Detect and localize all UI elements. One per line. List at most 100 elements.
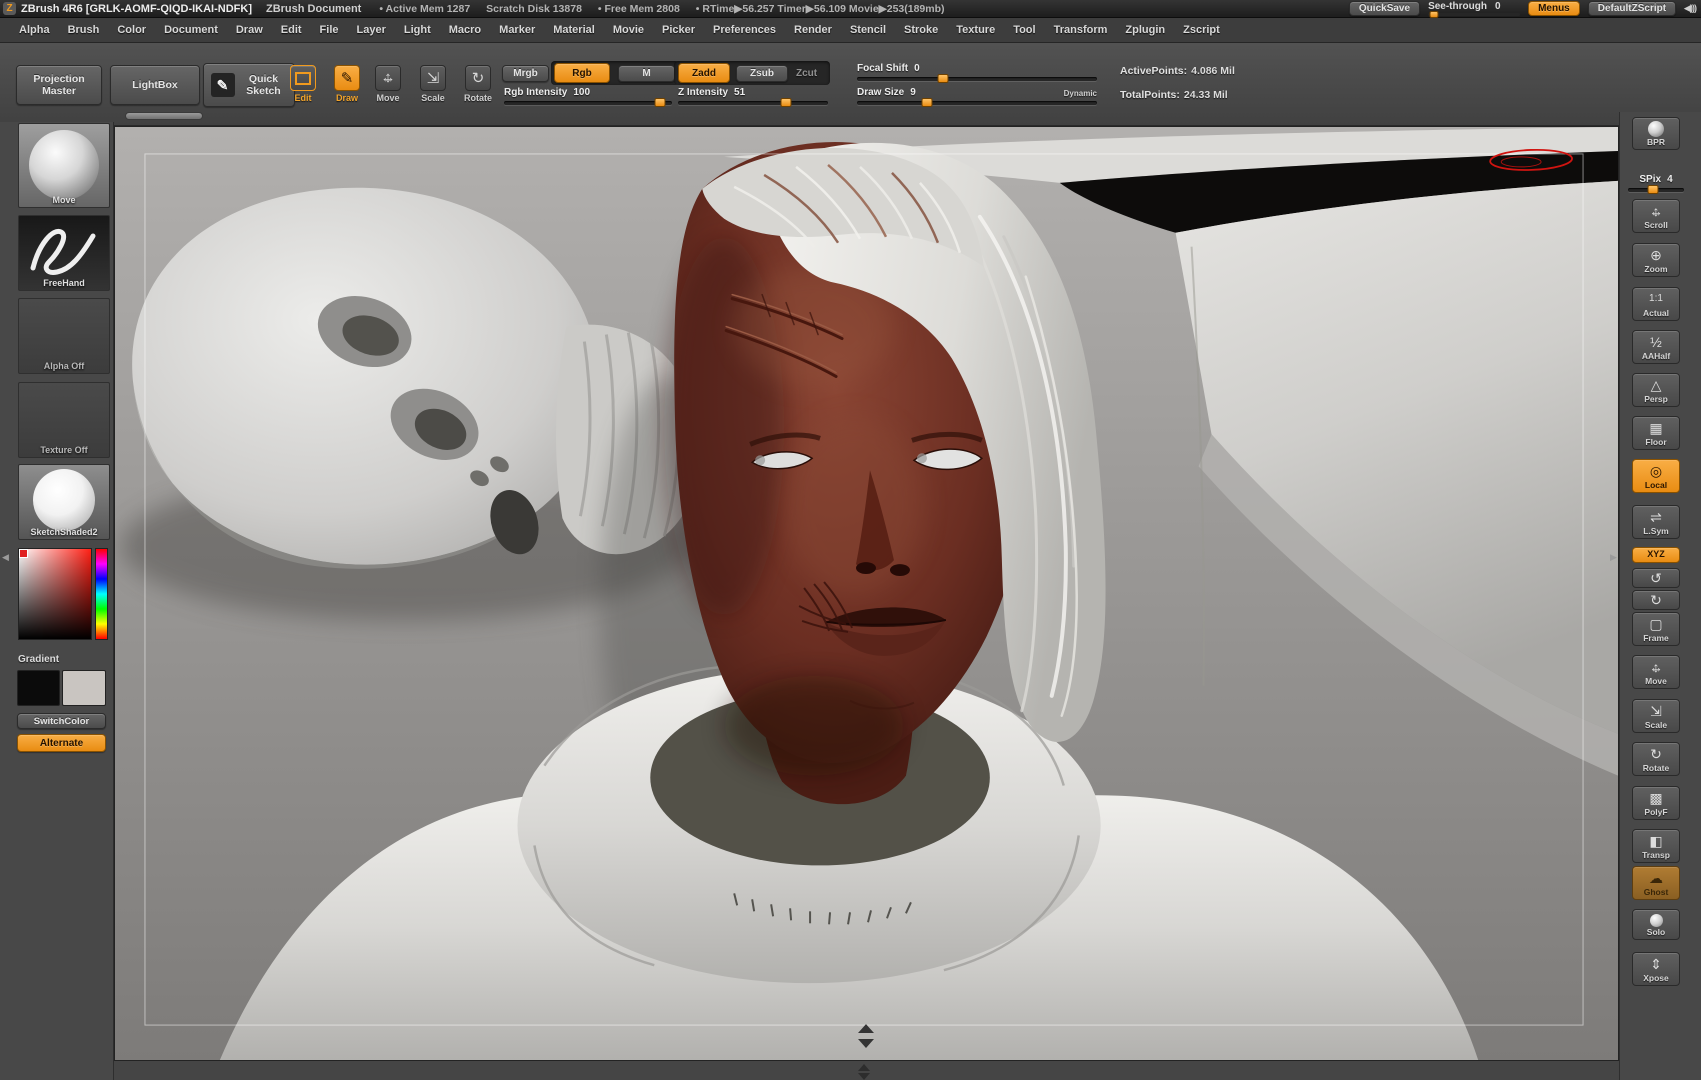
- polyframe-button[interactable]: ▩ PolyF: [1632, 786, 1680, 820]
- secondary-color-swatch[interactable]: [62, 670, 106, 706]
- document-viewport[interactable]: [114, 126, 1619, 1061]
- menu-layer[interactable]: Layer: [348, 20, 395, 40]
- focal-shift-handle[interactable]: [937, 74, 949, 83]
- menu-color[interactable]: Color: [108, 20, 155, 40]
- dynamic-label[interactable]: Dynamic: [1064, 88, 1097, 100]
- lightbox-button[interactable]: LightBox: [110, 65, 200, 105]
- z-intensity-track[interactable]: [678, 98, 828, 107]
- menu-render[interactable]: Render: [785, 20, 841, 40]
- scale-mode-button[interactable]: ⇲ Scale: [411, 65, 455, 103]
- zcut-button[interactable]: Zcut: [796, 68, 817, 79]
- bpr-button[interactable]: BPR: [1632, 117, 1680, 150]
- draw-mode-button[interactable]: ✎ Draw: [325, 65, 369, 103]
- aahalf-button[interactable]: ½ AAHalf: [1632, 330, 1680, 364]
- brush-selector[interactable]: Move: [18, 123, 110, 208]
- floor-button[interactable]: ▦ Floor: [1632, 416, 1680, 450]
- frame-button[interactable]: ▢ Frame: [1632, 612, 1680, 646]
- menu-texture[interactable]: Texture: [947, 20, 1004, 40]
- move-mode-button[interactable]: Move: [366, 65, 410, 103]
- local-button[interactable]: ◎ Local: [1632, 459, 1680, 493]
- scroll-button[interactable]: Scroll: [1632, 199, 1680, 233]
- spix-handle[interactable]: [1647, 185, 1659, 194]
- menu-stencil[interactable]: Stencil: [841, 20, 895, 40]
- solo-button[interactable]: Solo: [1632, 909, 1680, 940]
- gradient-label[interactable]: Gradient: [18, 654, 59, 665]
- mrgb-button[interactable]: Mrgb: [502, 65, 549, 82]
- move-view-button[interactable]: Move: [1632, 655, 1680, 689]
- lsym-button[interactable]: ⇌ L.Sym: [1632, 505, 1680, 539]
- color-picker-cursor[interactable]: [19, 549, 28, 558]
- see-through-slider[interactable]: See-through 0: [1428, 1, 1521, 18]
- menu-transform[interactable]: Transform: [1045, 20, 1117, 40]
- z-intensity-handle[interactable]: [780, 98, 792, 107]
- rotate-mode-button[interactable]: ↻ Rotate: [456, 65, 500, 103]
- scratch-disk-stat: Scratch Disk 13878: [486, 2, 582, 15]
- material-selector[interactable]: SketchShaded2: [18, 464, 110, 540]
- menu-zplugin[interactable]: Zplugin: [1116, 20, 1174, 40]
- menus-button[interactable]: Menus: [1528, 1, 1580, 16]
- canvas-scroll-arrows[interactable]: [858, 1064, 870, 1080]
- menu-movie[interactable]: Movie: [604, 20, 653, 40]
- menu-alpha[interactable]: Alpha: [10, 20, 59, 40]
- edit-mode-button[interactable]: Edit: [281, 65, 325, 103]
- menu-stroke[interactable]: Stroke: [895, 20, 947, 40]
- texture-selector[interactable]: Texture Off: [18, 382, 110, 458]
- see-through-handle[interactable]: [1429, 11, 1439, 18]
- zoom-button[interactable]: ⊕ Zoom: [1632, 243, 1680, 277]
- menu-picker[interactable]: Picker: [653, 20, 704, 40]
- menu-macro[interactable]: Macro: [440, 20, 490, 40]
- rgb-button[interactable]: Rgb: [554, 63, 610, 83]
- rgb-intensity-track[interactable]: [504, 98, 672, 107]
- spin-ccw-button[interactable]: ↺: [1632, 568, 1680, 588]
- menu-light[interactable]: Light: [395, 20, 440, 40]
- see-through-track[interactable]: [1428, 11, 1521, 18]
- zadd-button[interactable]: Zadd: [678, 63, 730, 83]
- right-tray-toggle[interactable]: ▶: [1610, 552, 1617, 563]
- draw-size-slider[interactable]: Draw Size 9 Dynamic: [857, 87, 1097, 107]
- alternate-button[interactable]: Alternate: [17, 734, 106, 752]
- rotate-view-button[interactable]: ↻ Rotate: [1632, 742, 1680, 776]
- menu-file[interactable]: File: [311, 20, 348, 40]
- actual-size-button[interactable]: 1:1 Actual: [1632, 287, 1680, 321]
- volume-icon[interactable]: ◀))): [1684, 1, 1697, 16]
- focal-shift-slider[interactable]: Focal Shift 0: [857, 63, 1097, 83]
- scale-view-button[interactable]: ⇲ Scale: [1632, 699, 1680, 733]
- focal-shift-track[interactable]: [857, 74, 1097, 83]
- hue-strip[interactable]: [95, 548, 108, 640]
- spix-slider[interactable]: SPix 4: [1628, 174, 1684, 194]
- transp-button[interactable]: ◧ Transp: [1632, 829, 1680, 863]
- menu-brush[interactable]: Brush: [59, 20, 109, 40]
- menu-material[interactable]: Material: [544, 20, 604, 40]
- menu-draw[interactable]: Draw: [227, 20, 272, 40]
- rgb-intensity-slider[interactable]: Rgb Intensity 100: [504, 87, 672, 107]
- xyz-button[interactable]: XYZ: [1632, 547, 1680, 563]
- xpose-button[interactable]: ⇕ Xpose: [1632, 952, 1680, 986]
- canvas-horizontal-scrollbar[interactable]: [125, 112, 203, 120]
- default-zscript-button[interactable]: DefaultZScript: [1587, 1, 1677, 16]
- menu-preferences[interactable]: Preferences: [704, 20, 785, 40]
- z-intensity-slider[interactable]: Z Intensity 51: [678, 87, 828, 107]
- menu-tool[interactable]: Tool: [1004, 20, 1044, 40]
- color-picker[interactable]: [18, 548, 92, 640]
- stroke-selector[interactable]: FreeHand: [18, 215, 110, 291]
- alpha-selector[interactable]: Alpha Off: [18, 298, 110, 374]
- rgb-intensity-handle[interactable]: [654, 98, 666, 107]
- zsub-button[interactable]: Zsub: [736, 65, 788, 82]
- m-button[interactable]: M: [618, 65, 675, 82]
- menu-document[interactable]: Document: [155, 20, 227, 40]
- draw-size-handle[interactable]: [921, 98, 933, 107]
- switch-color-button[interactable]: SwitchColor: [17, 713, 106, 729]
- bpr-label: BPR: [1647, 137, 1665, 147]
- spix-track[interactable]: [1628, 185, 1684, 194]
- projection-master-button[interactable]: Projection Master: [16, 65, 102, 105]
- menu-zscript[interactable]: Zscript: [1174, 20, 1229, 40]
- persp-button[interactable]: △ Persp: [1632, 373, 1680, 407]
- left-tray-toggle[interactable]: ◀: [2, 552, 9, 563]
- menu-marker[interactable]: Marker: [490, 20, 544, 40]
- main-color-swatch[interactable]: [17, 670, 60, 706]
- draw-size-track[interactable]: [857, 98, 1097, 107]
- quicksave-button[interactable]: QuickSave: [1348, 1, 1421, 16]
- ghost-button[interactable]: ☁ Ghost: [1632, 866, 1680, 900]
- spin-cw-button[interactable]: ↻: [1632, 590, 1680, 610]
- menu-edit[interactable]: Edit: [272, 20, 311, 40]
